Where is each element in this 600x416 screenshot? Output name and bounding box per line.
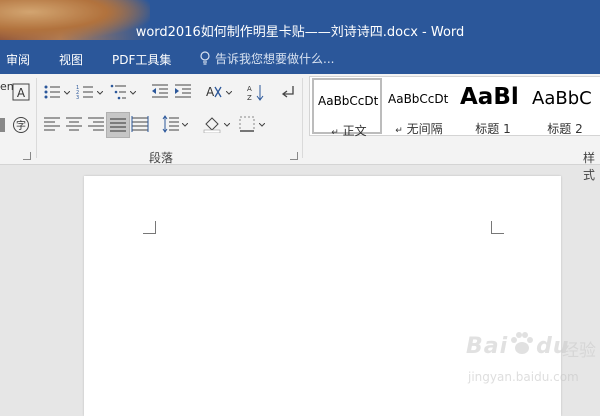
show-formatting-marks-icon[interactable] [279, 83, 297, 101]
style-name: 标题 2 [547, 122, 583, 134]
chevron-down-icon[interactable] [182, 123, 188, 127]
font-color-fragment-icon[interactable] [0, 116, 5, 134]
lightbulb-icon [199, 51, 211, 65]
title-bar: word2016如何制作明星卡贴——刘诗诗四.docx - Word [0, 0, 600, 40]
character-border-icon[interactable]: A [12, 83, 30, 101]
svg-text:Z: Z [247, 94, 252, 101]
chevron-down-icon[interactable] [224, 123, 230, 127]
chevron-down-icon[interactable] [226, 91, 232, 95]
style-name: 标题 1 [475, 122, 511, 134]
style-sample: AaBbC [532, 88, 592, 109]
decrease-indent-icon[interactable] [151, 83, 169, 101]
tab-review[interactable]: 审阅 [6, 51, 30, 68]
styles-gallery: AaBbCcDt ↵ 正文 AaBbCcDt ↵ 无间隔 AaBl 标题 1 A… [309, 76, 600, 138]
multilevel-list-icon[interactable] [110, 83, 128, 101]
watermark-url: jingyan.baidu.com [468, 370, 579, 384]
svg-text:3: 3 [76, 95, 79, 101]
chevron-down-icon[interactable] [97, 91, 103, 95]
style-sample: AaBbCcDt [388, 92, 449, 106]
style-name: ↵ 正文 [331, 124, 367, 138]
bullets-icon[interactable] [43, 83, 61, 101]
margin-corner-mark-top-left [143, 221, 156, 234]
align-center-icon[interactable] [65, 115, 83, 133]
align-right-icon[interactable] [87, 115, 105, 133]
style-normal[interactable]: AaBbCcDt ↵ 正文 [312, 78, 382, 138]
chinese-layout-icon[interactable]: A [205, 83, 223, 101]
numbering-icon[interactable]: 123 [76, 83, 94, 101]
paragraph-group-label: 段落 [149, 151, 174, 165]
style-heading-2[interactable]: AaBbC 标题 2 [530, 78, 600, 134]
style-no-spacing[interactable]: AaBbCcDt ↵ 无间隔 [384, 78, 454, 136]
tab-pdf-tools[interactable]: PDF工具集 [112, 51, 171, 68]
align-left-icon[interactable] [43, 115, 61, 133]
group-separator [36, 78, 37, 158]
font-dialog-launcher[interactable] [23, 152, 31, 160]
paragraph-dialog-launcher[interactable] [290, 152, 298, 160]
group-separator [302, 78, 303, 158]
justify-icon [109, 116, 127, 134]
increase-indent-icon[interactable] [174, 83, 192, 101]
style-sample: AaBbCcDt [318, 94, 379, 108]
svg-text:A: A [206, 85, 215, 99]
baidu-jingyan-watermark: Bai du 经验 jingyan.baidu.com [466, 332, 596, 394]
tab-view[interactable]: 视图 [59, 51, 83, 68]
svg-text:A: A [247, 85, 252, 93]
tell-me-box[interactable]: 告诉我您想要做什么... [199, 50, 334, 67]
justify-button[interactable] [106, 112, 130, 138]
chevron-down-icon[interactable] [64, 91, 70, 95]
chevron-down-icon[interactable] [259, 123, 265, 127]
sort-icon[interactable]: AZ [247, 83, 265, 101]
borders-icon[interactable] [238, 115, 256, 133]
svg-text:字: 字 [16, 119, 26, 132]
ribbon-tabs: 审阅 视图 PDF工具集 告诉我您想要做什么... [0, 40, 600, 74]
line-spacing-icon[interactable] [162, 115, 180, 133]
styles-group-label: 样式 [583, 151, 596, 182]
shading-icon[interactable] [203, 115, 221, 133]
chevron-down-icon[interactable] [130, 91, 136, 95]
distributed-align-icon[interactable] [131, 115, 149, 133]
enclose-characters-icon[interactable]: 字 [12, 116, 30, 134]
margin-corner-mark-top-right [491, 221, 504, 234]
style-sample: AaBl [460, 84, 519, 110]
style-name: ↵ 无间隔 [395, 122, 443, 136]
style-heading-1[interactable]: AaBl 标题 1 [458, 78, 528, 134]
ribbon: en A 字 123 A AZ 段落 AaBbCcDt ↵ 正文 AaBbCcD… [0, 74, 600, 182]
tell-me-placeholder: 告诉我您想要做什么... [215, 52, 335, 66]
paw-icon [511, 332, 533, 354]
watermark-sub-text: 经验 [562, 341, 596, 361]
window-title: word2016如何制作明星卡贴——刘诗诗四.docx - Word [135, 25, 465, 40]
svg-text:A: A [17, 86, 26, 100]
